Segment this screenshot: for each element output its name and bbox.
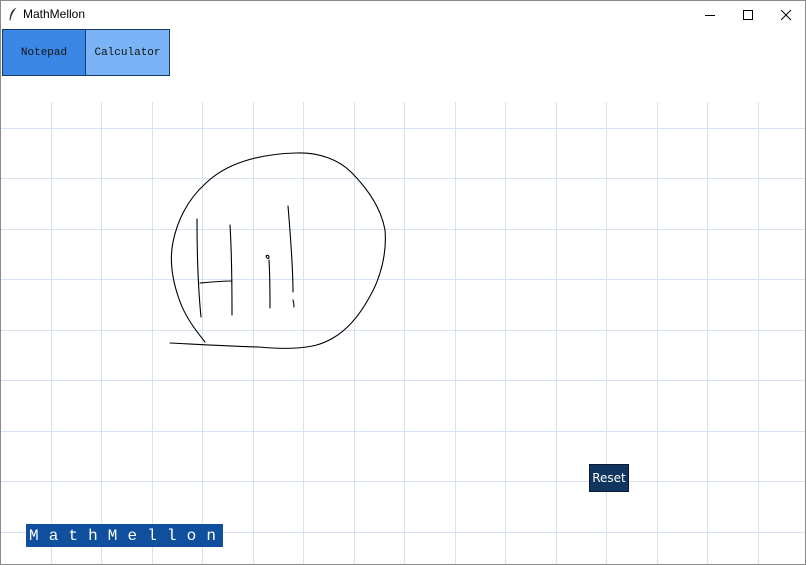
drawn-h-left-stroke bbox=[196, 218, 202, 318]
title-bar: MathMellon bbox=[1, 1, 805, 28]
brand-label: MathMellon bbox=[26, 524, 223, 547]
drawn-i-stem bbox=[268, 259, 271, 309]
graph-paper-grid bbox=[1, 102, 805, 564]
minimize-icon bbox=[705, 14, 715, 16]
maximize-button[interactable] bbox=[729, 1, 767, 28]
drawing-canvas[interactable]: Reset bbox=[1, 102, 805, 564]
grid-lines bbox=[1, 102, 805, 564]
feather-icon bbox=[9, 7, 17, 21]
drawn-exclamation-dot bbox=[292, 299, 295, 308]
minimize-button[interactable] bbox=[691, 1, 729, 28]
drawn-underline bbox=[169, 342, 260, 348]
window-title: MathMellon bbox=[23, 7, 86, 21]
drawn-h-right-stroke bbox=[229, 224, 233, 316]
drawn-h-crossbar bbox=[199, 280, 233, 284]
close-button[interactable] bbox=[767, 1, 805, 28]
reset-button[interactable]: Reset bbox=[589, 464, 629, 492]
close-icon bbox=[780, 9, 792, 20]
tab-calculator[interactable]: Calculator bbox=[85, 29, 170, 76]
drawn-i-dot bbox=[265, 254, 270, 259]
maximize-icon bbox=[743, 9, 753, 20]
tab-notepad[interactable]: Notepad bbox=[2, 29, 86, 76]
drawn-circle bbox=[170, 152, 386, 349]
app-window: MathMellon Notepad Calculator Reset Math… bbox=[0, 0, 806, 565]
